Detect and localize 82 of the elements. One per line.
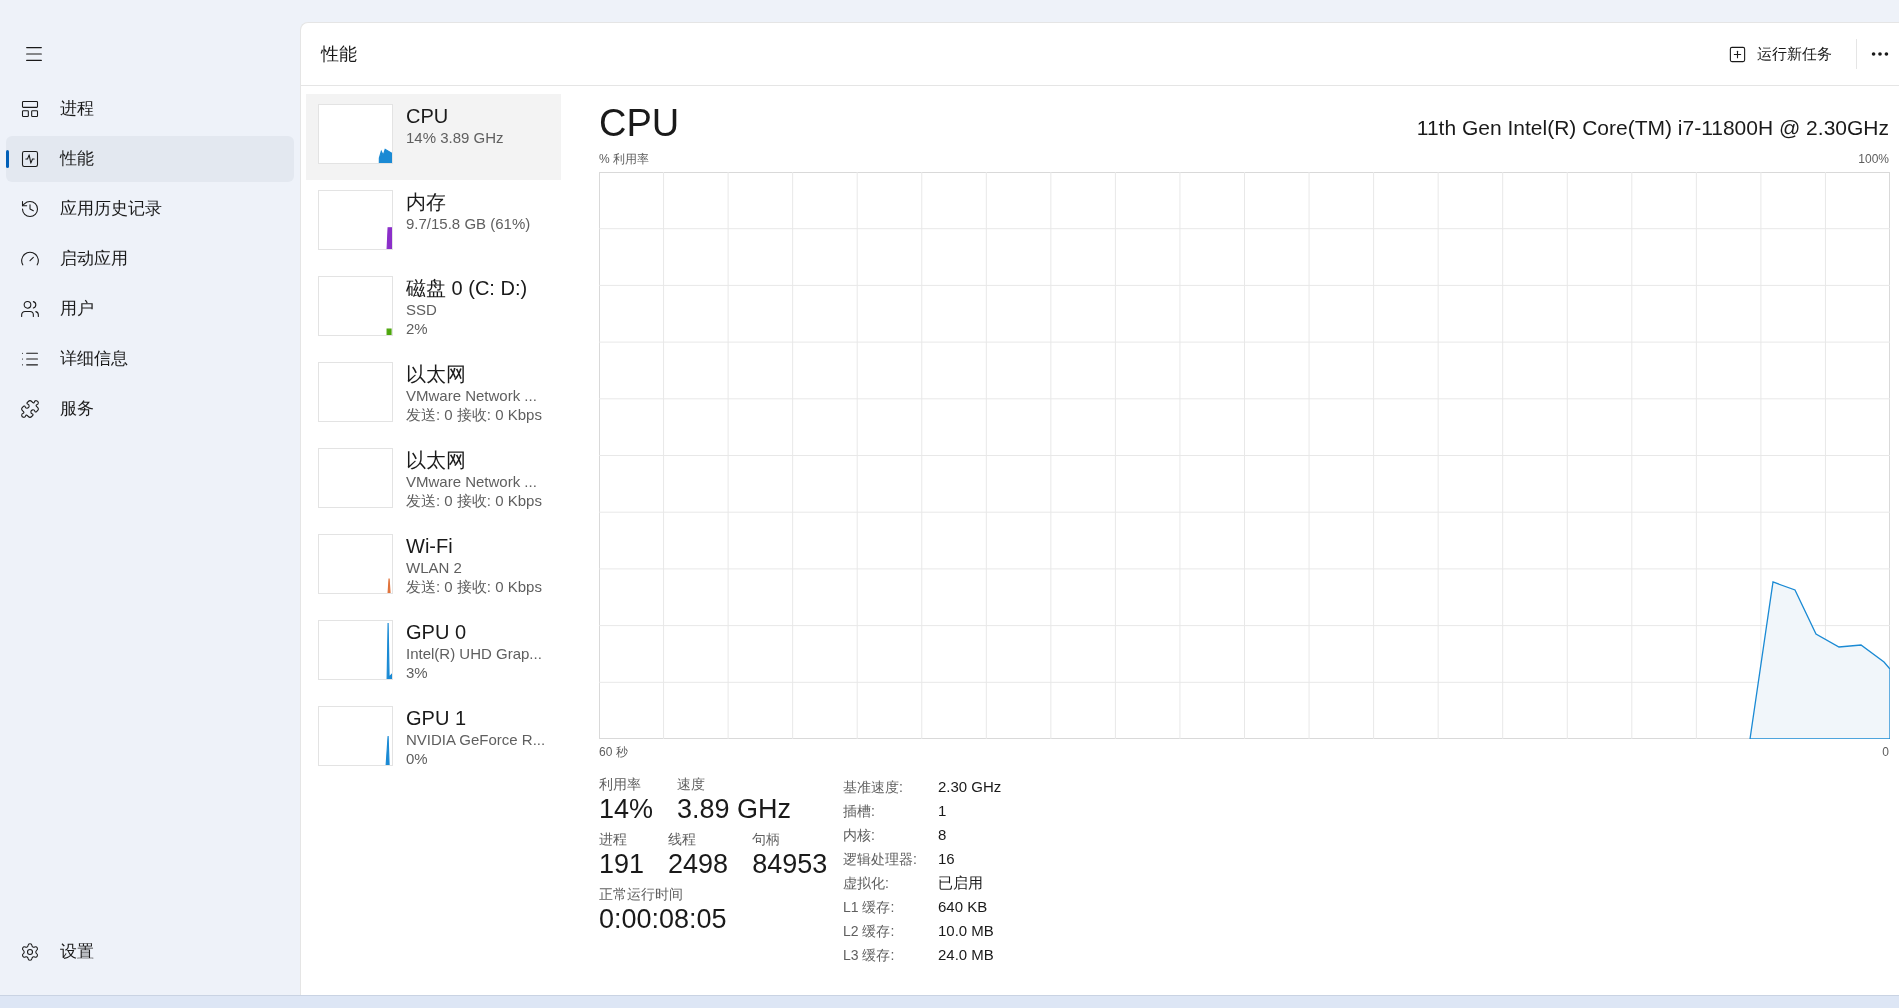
page-title: 性能 <box>321 42 357 66</box>
axis-end-label: 0 <box>1882 744 1889 761</box>
nav-item[interactable]: 启动应用 <box>6 236 294 282</box>
device-detail: WLAN 2 <box>406 558 463 577</box>
device-detail: 2% <box>406 319 429 338</box>
device-detail: 3% <box>406 663 429 682</box>
spec-label: 插槽: <box>843 802 876 821</box>
spec-value: 16 <box>938 849 956 869</box>
device-item[interactable]: GPU 0 Intel(R) UHD Grap... 3% <box>306 610 561 696</box>
device-detail: Intel(R) UHD Grap... <box>406 644 542 663</box>
window-plus-icon <box>1728 44 1747 64</box>
device-detail: 发送: 0 接收: 0 Kbps <box>406 405 542 424</box>
device-item[interactable]: GPU 1 NVIDIA GeForce R... 0% <box>306 696 561 782</box>
puzzle-icon <box>20 399 40 419</box>
device-name: 磁盘 0 (C: D:) <box>406 276 528 300</box>
device-item[interactable]: Wi-Fi WLAN 2 发送: 0 接收: 0 Kbps <box>306 524 561 610</box>
spec-label: 虚拟化: <box>843 874 890 893</box>
stat-value: 191 <box>599 848 645 881</box>
axis-start-label: 60 秒 <box>599 744 628 761</box>
device-detail: VMware Network ... <box>406 386 538 405</box>
nav-item[interactable]: 用户 <box>6 286 294 332</box>
nav-item[interactable]: 性能 <box>6 136 294 182</box>
device-item[interactable]: 以太网 VMware Network ... 发送: 0 接收: 0 Kbps <box>306 438 561 524</box>
stat-value: 14% <box>599 793 654 826</box>
device-detail: 14% 3.89 GHz <box>406 128 504 147</box>
device-detail: 0% <box>406 749 429 768</box>
spec-value: 10.0 MB <box>938 921 995 941</box>
stat-label: 利用率 <box>599 775 642 793</box>
device-name: 以太网 <box>406 448 467 472</box>
spec-value: 1 <box>938 801 948 821</box>
selection-indicator <box>6 150 9 168</box>
nav-item[interactable]: 进程 <box>6 86 294 132</box>
stat-label: 进程 <box>599 830 628 848</box>
spec-label: L3 缓存: <box>843 946 896 965</box>
settings-nav-item[interactable]: 设置 <box>6 929 294 975</box>
device-detail: VMware Network ... <box>406 472 538 491</box>
device-item[interactable]: 内存 9.7/15.8 GB (61%) <box>306 180 561 266</box>
device-name: CPU <box>406 104 450 128</box>
device-name: GPU 0 <box>406 620 468 644</box>
stat-value: 84953 <box>752 848 828 881</box>
spec-label: L1 缓存: <box>843 898 896 917</box>
device-detail: NVIDIA GeForce R... <box>406 730 546 749</box>
stat-value: 2498 <box>668 848 729 881</box>
run-new-task-button[interactable]: 运行新任务 <box>1716 36 1844 72</box>
stat-label: 句柄 <box>752 830 782 848</box>
device-detail: 发送: 0 接收: 0 Kbps <box>406 491 542 510</box>
spec-label: 基准速度: <box>843 778 904 797</box>
spec-value: 640 KB <box>938 897 989 917</box>
history-icon <box>20 199 40 219</box>
stat-label: 正常运行时间 <box>599 885 684 903</box>
device-detail: 发送: 0 接收: 0 Kbps <box>406 577 542 596</box>
device-item[interactable]: 磁盘 0 (C: D:) SSD 2% <box>306 266 561 352</box>
nav-item[interactable]: 服务 <box>6 386 294 432</box>
device-name: 内存 <box>406 190 447 214</box>
device-name: Wi-Fi <box>406 534 454 558</box>
stat-label: 速度 <box>677 775 707 793</box>
stat-value: 3.89 GHz <box>677 793 792 826</box>
spec-label: 逻辑处理器: <box>843 850 918 869</box>
axis-label: % 利用率 <box>599 151 649 168</box>
spec-value: 2.30 GHz <box>938 777 1002 797</box>
stat-label: 线程 <box>668 830 698 848</box>
activity-icon <box>20 149 40 169</box>
settings-icon <box>20 942 40 962</box>
users-icon <box>20 299 40 319</box>
spec-value: 24.0 MB <box>938 945 995 965</box>
stat-value: 0:00:08:05 <box>599 903 727 936</box>
device-item[interactable]: 以太网 VMware Network ... 发送: 0 接收: 0 Kbps <box>306 352 561 438</box>
spec-label: 内核: <box>843 826 876 845</box>
device-item[interactable]: CPU 14% 3.89 GHz <box>306 94 561 180</box>
spec-label: L2 缓存: <box>843 922 896 941</box>
device-name: GPU 1 <box>406 706 468 730</box>
spec-value: 8 <box>938 825 948 845</box>
nav-item[interactable]: 详细信息 <box>6 336 294 382</box>
nav-item[interactable]: 应用历史记录 <box>6 186 294 232</box>
spec-value: 已启用 <box>938 873 984 893</box>
device-name: 以太网 <box>406 362 467 386</box>
axis-max-label: 100% <box>1858 151 1889 168</box>
panels-icon <box>20 99 40 119</box>
processor-model: 11th Gen Intel(R) Core(TM) i7-11800H @ 2.30GHz <box>1416 115 1889 141</box>
device-detail: SSD <box>406 300 438 319</box>
device-title: CPU <box>599 102 680 144</box>
device-detail: 9.7/15.8 GB (61%) <box>406 214 531 233</box>
